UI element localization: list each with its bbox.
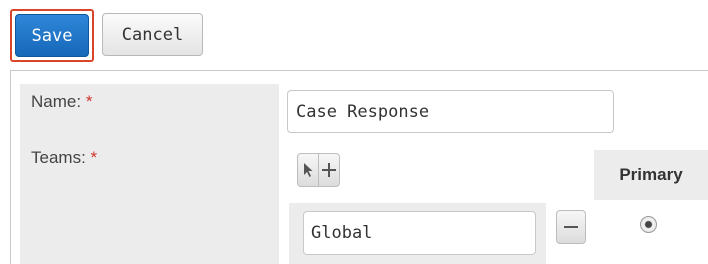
save-button[interactable]: Save [15, 14, 89, 57]
select-team-button[interactable] [297, 153, 319, 187]
teams-required-marker: * [90, 148, 98, 167]
add-team-button[interactable] [318, 153, 340, 187]
name-label-text: Name: [31, 92, 82, 111]
teams-field-label: Teams: * [31, 148, 97, 168]
cancel-button[interactable]: Cancel [102, 13, 203, 56]
team-name-input[interactable] [303, 211, 536, 255]
save-button-highlight: Save [10, 9, 94, 62]
plus-icon [322, 163, 336, 177]
name-field-label: Name: * [31, 92, 92, 112]
minus-icon [564, 226, 578, 228]
teams-label-text: Teams: [31, 148, 86, 167]
cursor-arrow-icon [304, 163, 313, 177]
primary-column-header: Primary [594, 150, 708, 200]
primary-team-radio[interactable] [640, 216, 657, 233]
name-required-marker: * [85, 92, 93, 111]
remove-team-button[interactable] [556, 210, 586, 244]
name-input[interactable] [287, 90, 614, 133]
